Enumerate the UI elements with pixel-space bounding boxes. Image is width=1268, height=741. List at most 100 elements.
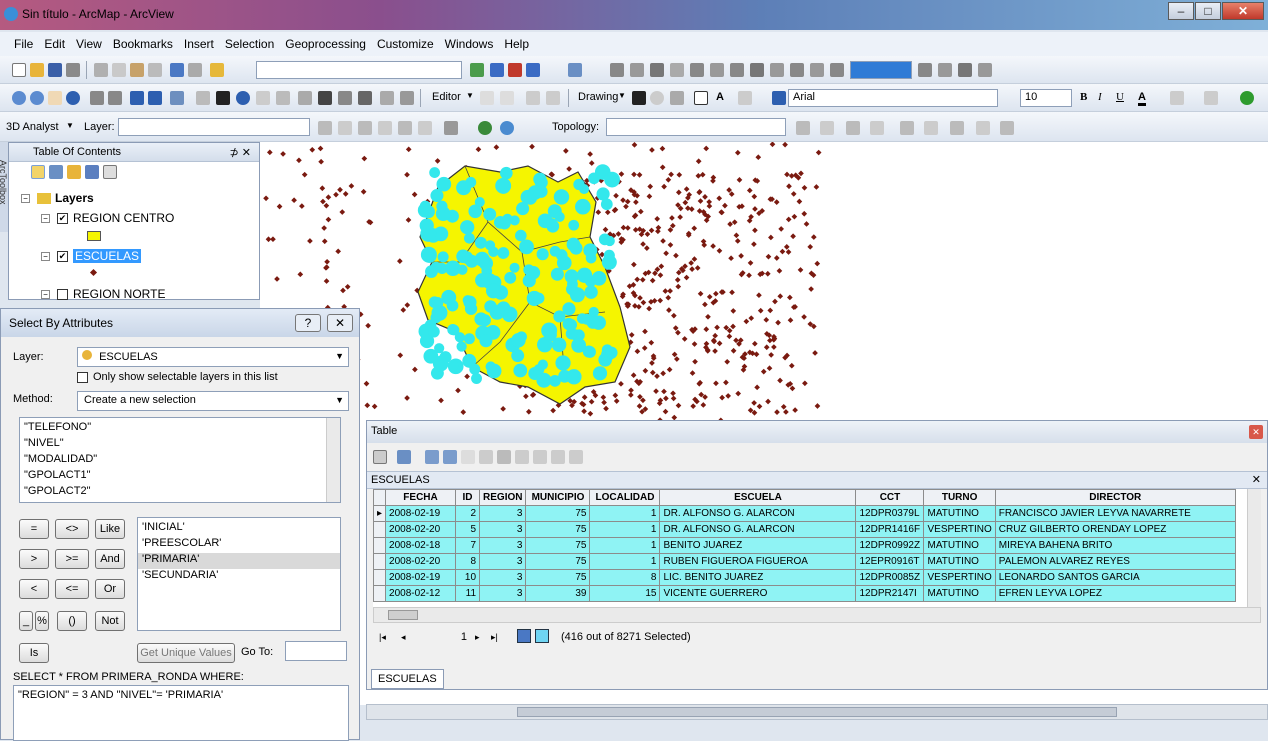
table-close-button[interactable]: ✕ (1249, 425, 1263, 439)
pan-to-icon[interactable] (551, 450, 565, 464)
drawing-dropdown-icon[interactable]: ▼ (618, 91, 626, 100)
3d-tool-5-icon[interactable] (398, 121, 412, 135)
clear-selection-icon[interactable] (461, 450, 475, 464)
help-icon[interactable] (568, 63, 582, 77)
layout-tools-6-icon[interactable] (710, 63, 724, 77)
3d-tool-2-icon[interactable] (338, 121, 352, 135)
cell-director[interactable]: EFREN LEYVA LOPEZ (994, 585, 1236, 602)
topology-tool-3-icon[interactable] (846, 121, 860, 135)
dialog-close-button[interactable]: ✕ (327, 314, 353, 332)
get-unique-values-button[interactable]: Get Unique Values (137, 643, 235, 663)
column-header[interactable]: ID (455, 489, 481, 506)
go-to-xy-icon[interactable] (358, 91, 372, 105)
delete-selected-icon[interactable] (479, 450, 493, 464)
arcscene-icon[interactable] (478, 121, 492, 135)
row-selector[interactable] (373, 569, 387, 586)
table-horizontal-scrollbar[interactable] (373, 607, 1261, 623)
table-row[interactable]: 2008-02-20 5 3 75 1 DR. ALFONSO G. ALARC… (373, 521, 1236, 538)
layout-tools-10-icon[interactable] (790, 63, 804, 77)
cell-municipio[interactable]: 75 (525, 569, 591, 586)
not-equal-button[interactable]: <> (55, 519, 89, 539)
text-tool-icon[interactable]: A (716, 91, 724, 103)
parentheses-button[interactable]: () (57, 611, 87, 631)
layout-tools-9-icon[interactable] (770, 63, 784, 77)
bold-button[interactable]: B (1080, 91, 1087, 103)
column-header[interactable]: FECHA (385, 489, 457, 506)
layout-toggle-2-icon[interactable] (938, 63, 952, 77)
cell-director[interactable]: LEONARDO SANTOS GARCIA (994, 569, 1236, 586)
row-selector[interactable] (373, 553, 387, 570)
fixed-zoom-out-icon[interactable] (108, 91, 122, 105)
italic-button[interactable]: I (1098, 91, 1102, 103)
cell-region[interactable]: 3 (479, 553, 527, 570)
or-button[interactable]: Or (95, 579, 125, 599)
3d-tool-3-icon[interactable] (358, 121, 372, 135)
topology-tool-1-icon[interactable] (796, 121, 810, 135)
field-item[interactable]: "NIVEL" (20, 437, 340, 453)
column-header[interactable]: MUNICIPIO (525, 489, 591, 506)
greater-equal-button[interactable]: >= (55, 549, 89, 569)
paste-icon[interactable] (130, 63, 144, 77)
cell-localidad[interactable]: 1 (589, 505, 661, 522)
field-item[interactable]: "TELEFONO" (20, 421, 340, 437)
new-document-icon[interactable] (12, 63, 26, 77)
cell-fecha[interactable]: 2008-02-20 (385, 553, 457, 570)
drawing-menu[interactable]: Drawing (578, 91, 618, 103)
font-color-icon[interactable]: A (1138, 91, 1146, 106)
related-tables-icon[interactable] (397, 450, 411, 464)
cell-id[interactable]: 8 (455, 553, 481, 570)
value-item[interactable]: 'SECUNDARIA' (138, 569, 340, 585)
undo-icon[interactable] (170, 63, 184, 77)
layer-visibility-checkbox[interactable]: ✔ (57, 212, 68, 224)
method-select[interactable]: Create a new selection ▼ (77, 391, 349, 411)
field-list-scrollbar[interactable] (326, 418, 340, 502)
list-by-drawing-order-icon[interactable] (31, 165, 45, 179)
topology-tool-6-icon[interactable] (924, 121, 938, 135)
3d-tool-4-icon[interactable] (378, 121, 392, 135)
remove-icon[interactable] (569, 450, 583, 464)
collapse-icon[interactable]: − (41, 213, 50, 223)
time-slider-icon[interactable] (380, 91, 394, 105)
marker-color-icon[interactable] (1240, 91, 1254, 105)
percent-button[interactable]: % (35, 611, 49, 631)
menu-geoprocessing[interactable]: Geoprocessing (285, 37, 366, 51)
cell-id[interactable]: 10 (455, 569, 481, 586)
layout-toggle-4-icon[interactable] (978, 63, 992, 77)
layout-tools-2-icon[interactable] (630, 63, 644, 77)
menu-edit[interactable]: Edit (44, 37, 65, 51)
cell-fecha[interactable]: 2008-02-20 (385, 521, 457, 538)
column-header[interactable]: CCT (855, 489, 925, 506)
cell-turno[interactable]: VESPERTINO (923, 521, 996, 538)
not-button[interactable]: Not (95, 611, 125, 631)
cell-turno[interactable]: VESPERTINO (923, 569, 996, 586)
3d-tool-6-icon[interactable] (418, 121, 432, 135)
cell-localidad[interactable]: 1 (589, 521, 661, 538)
back-icon[interactable] (130, 91, 144, 105)
cell-director[interactable]: MIREYA BAHENA BRITO (994, 537, 1236, 554)
layer-select[interactable]: ESCUELAS ▼ (77, 347, 349, 367)
cell-localidad[interactable]: 8 (589, 569, 661, 586)
and-button[interactable]: And (95, 549, 125, 569)
cell-turno[interactable]: MATUTINO (923, 537, 996, 554)
cell-turno[interactable]: MATUTINO (923, 553, 996, 570)
layout-tools-icon[interactable] (610, 63, 624, 77)
layout-tools-4-icon[interactable] (670, 63, 684, 77)
cell-director[interactable]: FRANCISCO JAVIER LEYVA NAVARRETE (994, 505, 1236, 522)
row-selector[interactable] (373, 537, 387, 554)
next-record-icon[interactable]: ▸ (475, 632, 480, 643)
cell-cct[interactable]: 12DPR0085Z (855, 569, 925, 586)
row-selector[interactable] (373, 521, 387, 538)
layout-zoom-icon[interactable] (830, 63, 844, 77)
select-elements-icon[interactable] (216, 91, 230, 105)
rectangle-icon[interactable] (694, 91, 708, 105)
cell-fecha[interactable]: 2008-02-19 (385, 569, 457, 586)
cell-id[interactable]: 2 (455, 505, 481, 522)
show-all-records-icon[interactable] (517, 629, 531, 643)
cell-escuela[interactable]: RUBEN FIGUEROA FIGUEROA (659, 553, 857, 570)
sql-expression-box[interactable]: "REGION" = 3 AND "NIVEL"= 'PRIMARIA' (13, 685, 349, 741)
field-item[interactable]: "GPOLACT2" (20, 485, 340, 501)
topology-tool-9-icon[interactable] (1000, 121, 1014, 135)
identify-icon[interactable] (236, 91, 250, 105)
editor-menu[interactable]: Editor (432, 91, 461, 103)
menu-bookmarks[interactable]: Bookmarks (113, 37, 173, 51)
